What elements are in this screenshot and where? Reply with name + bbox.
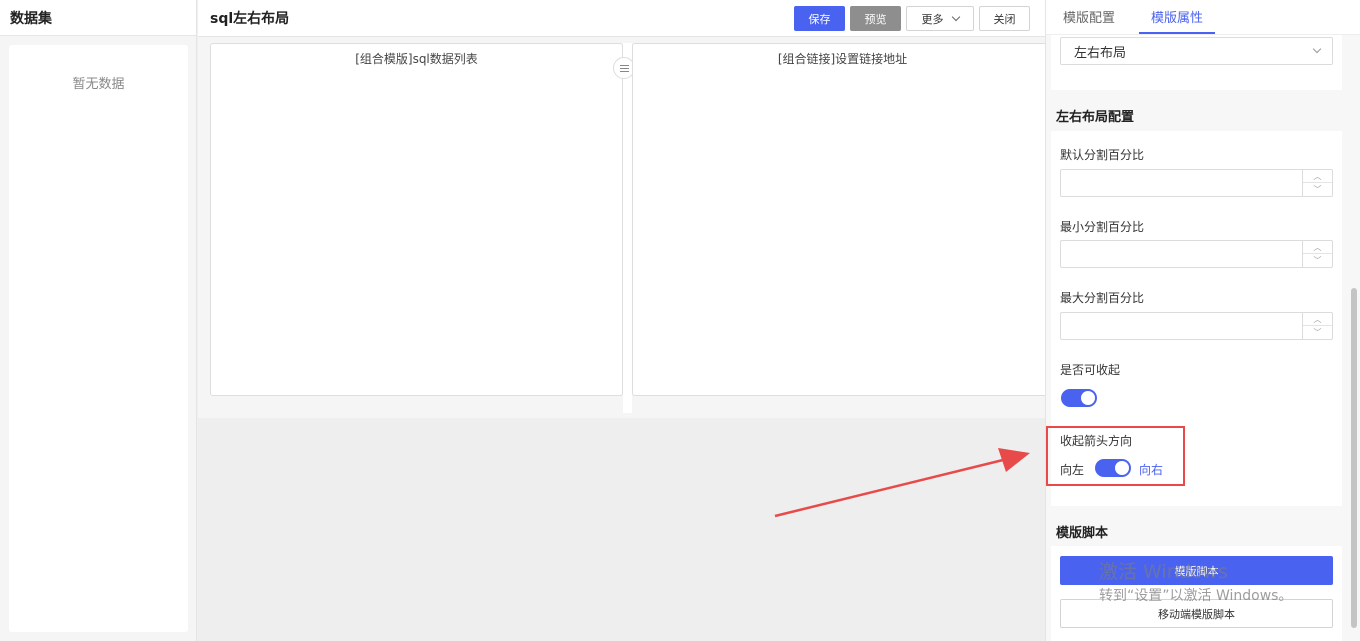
mobile-script-button[interactable]: 移动端模版脚本 bbox=[1060, 599, 1333, 628]
min-percent-input[interactable]: ︿ ﹀ bbox=[1060, 240, 1333, 268]
tab-template-properties[interactable]: 模版属性 bbox=[1139, 7, 1216, 34]
dataset-panel: 数据集 暂无数据 bbox=[0, 0, 197, 641]
step-up-icon[interactable]: ︿ bbox=[1303, 313, 1332, 326]
property-tabs: 模版配置 模版属性 bbox=[1046, 0, 1360, 35]
editor-toolbar: 保存 预览 更多 关闭 bbox=[789, 6, 1030, 31]
step-up-icon[interactable]: ︿ bbox=[1303, 170, 1332, 183]
default-percent-input[interactable]: ︿ ﹀ bbox=[1060, 169, 1333, 197]
chevron-down-icon bbox=[951, 12, 960, 21]
tab-template-config[interactable]: 模版配置 bbox=[1051, 7, 1127, 34]
splitter-bar[interactable] bbox=[623, 43, 632, 413]
default-percent-label: 默认分割百分比 bbox=[1060, 148, 1145, 162]
chevron-down-icon bbox=[1312, 44, 1322, 54]
max-percent-label: 最大分割百分比 bbox=[1060, 291, 1145, 305]
property-panel: 模版配置 模版属性 左右布局 左右布局配置 默认分割百分比 ︿ ﹀ 最小分割百分… bbox=[1045, 0, 1360, 641]
script-section-title: 模版脚本 bbox=[1056, 526, 1109, 541]
step-up-icon[interactable]: ︿ bbox=[1303, 241, 1332, 254]
default-percent-stepper[interactable]: ︿ ﹀ bbox=[1302, 170, 1332, 196]
split-layout-preview: [组合模版]sql数据列表 [组合链接]设置链接地址 bbox=[198, 37, 1052, 418]
step-down-icon[interactable]: ﹀ bbox=[1303, 183, 1332, 196]
template-script-button[interactable]: 模版脚本 bbox=[1060, 556, 1333, 585]
max-percent-input[interactable]: ︿ ﹀ bbox=[1060, 312, 1333, 340]
layout-type-select[interactable]: 左右布局 bbox=[1060, 37, 1333, 65]
dataset-panel-title: 数据集 bbox=[0, 0, 196, 36]
more-button-label: 更多 bbox=[921, 12, 944, 26]
left-pane-title: [组合模版]sql数据列表 bbox=[355, 52, 478, 66]
layout-type-card: 左右布局 bbox=[1051, 35, 1342, 90]
min-percent-stepper[interactable]: ︿ ﹀ bbox=[1302, 241, 1332, 267]
step-down-icon[interactable]: ﹀ bbox=[1303, 254, 1332, 267]
preview-button[interactable]: 预览 bbox=[850, 6, 901, 31]
empty-state-text: 暂无数据 bbox=[72, 77, 125, 92]
collapsible-toggle[interactable] bbox=[1061, 389, 1097, 407]
editor-area: sql左右布局 保存 预览 更多 关闭 [组合模版]sql数据列表 [组合链接]… bbox=[198, 0, 1052, 641]
right-pane[interactable]: [组合链接]设置链接地址 bbox=[632, 43, 1052, 396]
right-pane-title: [组合链接]设置链接地址 bbox=[777, 52, 908, 66]
editor-header: sql左右布局 保存 预览 更多 关闭 bbox=[198, 0, 1045, 37]
layout-type-value: 左右布局 bbox=[1074, 45, 1127, 61]
editor-title: sql左右布局 bbox=[210, 11, 290, 27]
more-dropdown-button[interactable]: 更多 bbox=[906, 6, 974, 31]
save-button[interactable]: 保存 bbox=[794, 6, 845, 31]
max-percent-stepper[interactable]: ︿ ﹀ bbox=[1302, 313, 1332, 339]
annotation-highlight-box bbox=[1046, 426, 1185, 486]
close-button[interactable]: 关闭 bbox=[979, 6, 1030, 31]
collapsible-label: 是否可收起 bbox=[1060, 363, 1121, 377]
min-percent-label: 最小分割百分比 bbox=[1060, 220, 1145, 234]
script-card: 模版脚本 移动端模版脚本 bbox=[1051, 546, 1342, 641]
dataset-list: 暂无数据 bbox=[9, 45, 188, 632]
layout-config-section-title: 左右布局配置 bbox=[1056, 110, 1135, 125]
property-panel-scrollbar[interactable] bbox=[1351, 288, 1357, 628]
left-pane[interactable]: [组合模版]sql数据列表 bbox=[210, 43, 623, 396]
step-down-icon[interactable]: ﹀ bbox=[1303, 326, 1332, 339]
